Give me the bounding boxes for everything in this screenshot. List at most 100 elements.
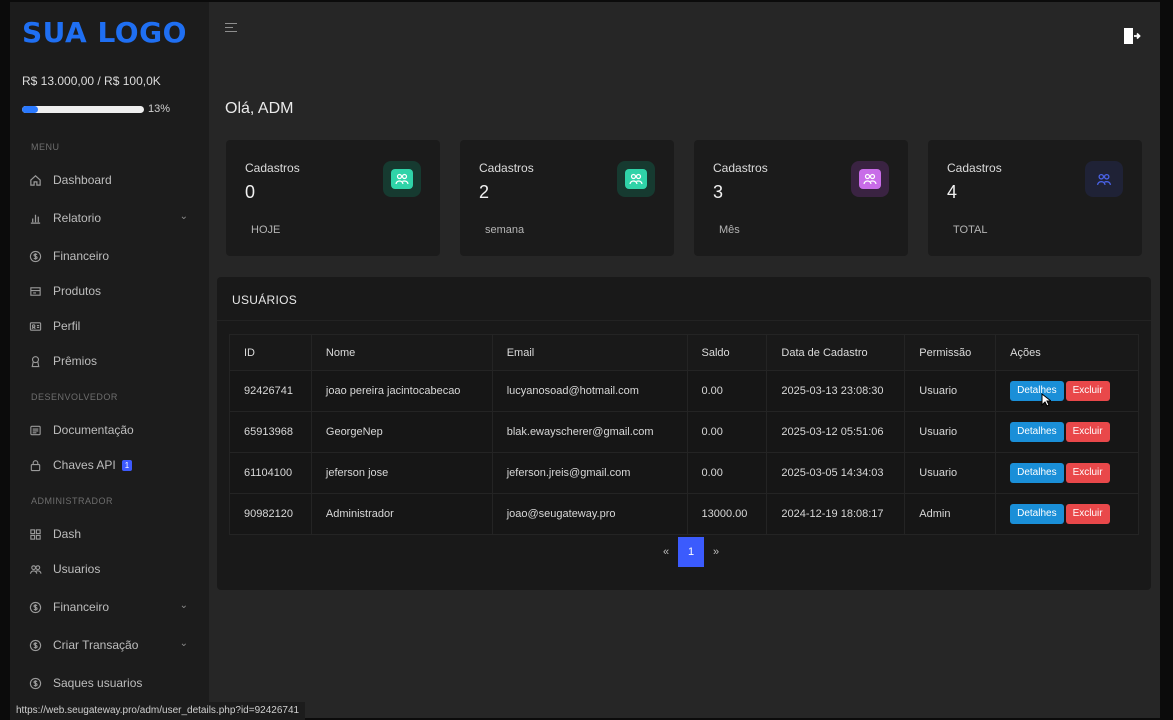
logout-icon[interactable] bbox=[1123, 26, 1141, 46]
logo: SUA LOGO bbox=[22, 16, 187, 49]
cell-id: 92426741 bbox=[229, 370, 312, 412]
grid-icon bbox=[28, 527, 42, 541]
panel-title: USUÁRIOS bbox=[232, 293, 298, 307]
stat-card-week: Cadastros 2 semana bbox=[460, 140, 674, 256]
home-icon bbox=[28, 173, 42, 187]
sidebar-item-produtos[interactable]: Produtos bbox=[28, 279, 188, 303]
sidebar-item-dash[interactable]: Dash bbox=[28, 522, 188, 546]
pagination: « 1 » bbox=[654, 537, 728, 567]
sidebar-item-label: Prêmios bbox=[53, 354, 98, 368]
users-panel: USUÁRIOS ID Nome Email Saldo Data de Cad… bbox=[217, 277, 1151, 590]
details-button[interactable]: Detalhes bbox=[1010, 463, 1064, 483]
delete-button[interactable]: Excluir bbox=[1065, 504, 1110, 524]
cell-actions: Detalhes Excluir bbox=[995, 411, 1139, 453]
balance-progress-bar bbox=[22, 106, 144, 113]
sidebar-item-premios[interactable]: Prêmios bbox=[28, 349, 188, 373]
cell-permission: Usuario bbox=[904, 452, 997, 494]
sidebar-item-documentacao[interactable]: Documentação bbox=[28, 418, 188, 442]
cell-actions: Detalhes Excluir bbox=[995, 452, 1139, 494]
sidebar-item-perfil[interactable]: Perfil bbox=[28, 314, 188, 338]
cell-permission: Usuario bbox=[904, 411, 997, 453]
delete-button[interactable]: Excluir bbox=[1065, 422, 1110, 442]
cell-date: 2025-03-12 05:51:06 bbox=[766, 411, 906, 453]
cell-permission: Usuario bbox=[904, 370, 997, 412]
column-header-date: Data de Cadastro bbox=[766, 334, 906, 371]
dollar-circle-icon bbox=[28, 676, 42, 690]
sidebar-item-label: Documentação bbox=[53, 423, 134, 437]
table-row: 65913968 GeorgeNep blak.ewayscherer@gmai… bbox=[229, 411, 1139, 453]
cell-email: blak.ewayscherer@gmail.com bbox=[491, 411, 688, 453]
sidebar-item-label: Dashboard bbox=[53, 173, 112, 187]
id-card-icon bbox=[28, 319, 42, 333]
pagination-prev[interactable]: « bbox=[654, 537, 678, 567]
sidebar-item-criar-transacao[interactable]: Criar Transação ⌄ bbox=[28, 633, 188, 657]
stat-label: Cadastros bbox=[713, 161, 768, 175]
document-icon bbox=[28, 423, 42, 437]
sidebar-item-saques-usuarios[interactable]: Saques usuarios bbox=[28, 671, 188, 695]
details-button[interactable]: Detalhes bbox=[1010, 381, 1064, 401]
cell-date: 2025-03-05 14:34:03 bbox=[766, 452, 906, 494]
users-icon bbox=[28, 562, 42, 576]
chevron-down-icon: ⌄ bbox=[179, 638, 188, 649]
sidebar-item-label: Financeiro bbox=[53, 600, 110, 614]
cell-actions: Detalhes Excluir bbox=[995, 370, 1139, 412]
stat-period: semana bbox=[485, 224, 525, 236]
cell-email: lucyanosoad@hotmail.com bbox=[491, 370, 688, 412]
cell-name: Administrador bbox=[310, 493, 493, 535]
table-row: 90982120 Administrador joao@seugateway.p… bbox=[229, 493, 1139, 535]
sidebar-item-dashboard[interactable]: Dashboard bbox=[28, 168, 188, 192]
column-header-balance: Saldo bbox=[686, 334, 768, 371]
cell-permission: Admin bbox=[904, 493, 997, 535]
delete-button[interactable]: Excluir bbox=[1065, 381, 1110, 401]
sidebar-item-usuarios[interactable]: Usuarios bbox=[28, 557, 188, 581]
stat-value: 2 bbox=[479, 182, 490, 202]
details-button[interactable]: Detalhes bbox=[1010, 422, 1064, 442]
cell-email: jeferson.jreis@gmail.com bbox=[491, 452, 688, 494]
sidebar-item-chaves-api[interactable]: Chaves API 1 bbox=[28, 453, 188, 477]
dollar-circle-icon bbox=[28, 249, 42, 263]
column-header-actions: Ações bbox=[995, 334, 1139, 371]
section-admin: ADMINISTRADOR bbox=[31, 496, 114, 506]
table-row: 92426741 joao pereira jacintocabecao luc… bbox=[229, 370, 1139, 412]
pagination-page-current[interactable]: 1 bbox=[678, 537, 704, 567]
section-developer: DESENVOLVEDOR bbox=[31, 392, 118, 402]
stat-card-total: Cadastros 4 TOTAL bbox=[928, 140, 1142, 256]
details-button[interactable]: Detalhes bbox=[1010, 504, 1064, 524]
users-table: ID Nome Email Saldo Data de Cadastro Per… bbox=[229, 334, 1139, 535]
cell-balance: 13000.00 bbox=[686, 493, 768, 535]
column-header-name: Nome bbox=[310, 334, 493, 371]
balance-text: R$ 13.000,00 / R$ 100,0K bbox=[22, 74, 161, 88]
stat-period: HOJE bbox=[251, 224, 281, 236]
bar-chart-icon bbox=[28, 211, 42, 225]
divider bbox=[217, 320, 1151, 321]
app-window: SUA LOGO R$ 13.000,00 / R$ 100,0K 13% ME… bbox=[10, 2, 1160, 718]
cell-date: 2025-03-13 23:08:30 bbox=[766, 370, 906, 412]
sidebar-item-label: Relatorio bbox=[53, 211, 102, 225]
chevron-down-icon: ⌄ bbox=[179, 211, 188, 222]
column-header-email: Email bbox=[491, 334, 688, 371]
users-icon bbox=[851, 161, 889, 197]
cell-id: 65913968 bbox=[229, 411, 312, 453]
sidebar-item-relatorio[interactable]: Relatorio ⌄ bbox=[28, 206, 188, 230]
hamburger-icon[interactable] bbox=[225, 23, 237, 35]
stat-value: 4 bbox=[947, 182, 958, 202]
sidebar-item-admin-financeiro[interactable]: Financeiro ⌄ bbox=[28, 595, 188, 619]
sidebar-item-label: Financeiro bbox=[53, 249, 110, 263]
sidebar-item-label: Chaves API bbox=[53, 458, 116, 472]
pagination-next[interactable]: » bbox=[704, 537, 728, 567]
sidebar-item-label: Saques usuarios bbox=[53, 676, 143, 690]
cell-balance: 0.00 bbox=[686, 411, 768, 453]
sidebar: SUA LOGO R$ 13.000,00 / R$ 100,0K 13% ME… bbox=[10, 2, 209, 718]
sidebar-item-label: Usuarios bbox=[53, 562, 101, 576]
chevron-down-icon: ⌄ bbox=[179, 600, 188, 611]
lock-icon bbox=[28, 458, 42, 472]
sidebar-item-financeiro[interactable]: Financeiro bbox=[28, 244, 188, 268]
cell-balance: 0.00 bbox=[686, 370, 768, 412]
stat-period: TOTAL bbox=[953, 224, 988, 236]
dollar-circle-icon bbox=[28, 600, 42, 614]
delete-button[interactable]: Excluir bbox=[1065, 463, 1110, 483]
api-keys-badge: 1 bbox=[121, 459, 133, 471]
cell-id: 90982120 bbox=[229, 493, 312, 535]
users-icon bbox=[383, 161, 421, 197]
stat-value: 0 bbox=[245, 182, 256, 202]
